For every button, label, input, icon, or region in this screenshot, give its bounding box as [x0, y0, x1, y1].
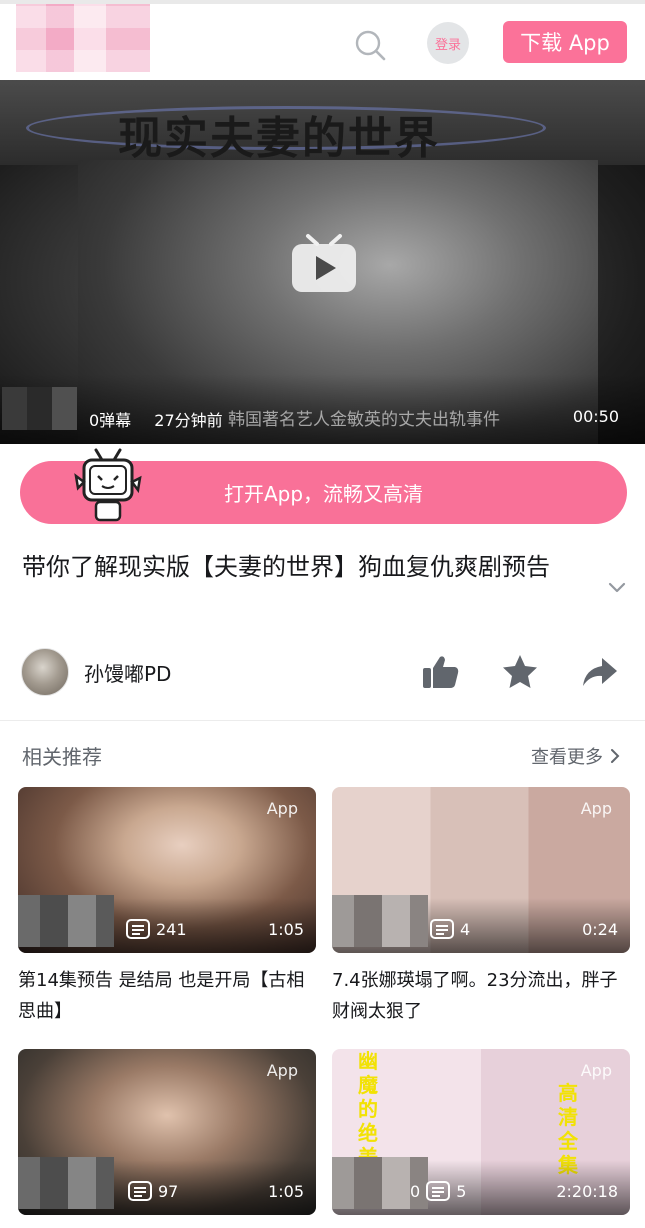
card-title[interactable]: 7.4张娜瑛塌了啊。23分流出，胖子财阀太狠了 — [332, 965, 622, 1027]
recommend-card[interactable]: 幽魔的绝美女 高清全集 App 0 5 2:20:18 — [332, 1049, 630, 1215]
publish-time: 27分钟前 — [154, 411, 223, 430]
header: 登录 下载 App — [0, 4, 645, 80]
danmaku-count: 97 — [158, 1181, 179, 1201]
recommend-card[interactable]: App 97 1:05 — [18, 1049, 316, 1215]
card-duration: 1:05 — [268, 920, 304, 939]
download-app-button[interactable]: 下载 App — [503, 21, 627, 63]
card-thumbnail[interactable]: App 4 0:24 — [332, 787, 630, 953]
danmaku-stat: 97 — [128, 1181, 178, 1201]
card-duration: 0:24 — [582, 920, 618, 939]
tv-play-icon[interactable] — [290, 230, 358, 294]
chevron-down-icon[interactable] — [606, 576, 628, 598]
video-subtitle: 韩国著名艺人金敏英的丈夫出轨事件 — [228, 410, 500, 430]
danmaku-stat: 4 — [430, 919, 470, 939]
favorite-star-icon[interactable] — [500, 652, 540, 692]
card-thumbnail[interactable]: 幽魔的绝美女 高清全集 App 0 5 2:20:18 — [332, 1049, 630, 1215]
card-thumbnail[interactable]: App 241 1:05 — [18, 787, 316, 953]
app-badge: App — [266, 1061, 298, 1080]
author-row: 孙馒嘟PD — [0, 645, 645, 701]
blurred-region — [332, 895, 428, 947]
search-icon[interactable] — [353, 28, 387, 62]
danmaku-stat: 241 — [126, 919, 187, 939]
like-icon[interactable] — [420, 652, 460, 692]
see-more-label: 查看更多 — [531, 747, 603, 768]
danmaku-icon — [128, 1181, 152, 1201]
danmaku-count: 5 — [456, 1181, 467, 1201]
recommend-heading: 相关推荐 — [22, 745, 102, 769]
danmaku-icon — [126, 919, 150, 939]
author-name[interactable]: 孙馒嘟PD — [84, 658, 171, 687]
site-logo[interactable] — [16, 4, 150, 72]
recommend-card[interactable]: App 241 1:05 第14集预告 是结局 也是开局【古相思曲】 — [18, 787, 316, 1027]
app-badge: App — [580, 799, 612, 818]
card-duration: 1:05 — [268, 1182, 304, 1201]
danmaku-count: 0弹幕 — [89, 411, 132, 430]
danmaku-icon — [430, 919, 454, 939]
card-duration: 2:20:18 — [556, 1182, 618, 1201]
app-badge: App — [580, 1061, 612, 1080]
section-divider — [0, 720, 645, 721]
author-avatar[interactable] — [21, 648, 69, 696]
tv-mascot-icon — [74, 448, 142, 522]
danmaku-count: 4 — [460, 919, 471, 939]
app-badge: App — [266, 799, 298, 818]
danmaku-count: 241 — [156, 919, 187, 939]
video-player[interactable]: 现实夫妻的世界 韩国著名艺人金敏英的丈夫出轨事件 0弹幕 27分钟前 00:50 — [0, 80, 645, 444]
chevron-right-icon — [611, 749, 620, 763]
danmaku-icon — [426, 1181, 451, 1201]
see-more-link[interactable]: 查看更多 — [531, 743, 621, 769]
card-title[interactable]: 第14集预告 是结局 也是开局【古相思曲】 — [18, 965, 308, 1027]
danmaku-prefix: 0 — [410, 1181, 421, 1201]
danmaku-stat: 0 5 — [410, 1181, 466, 1201]
blurred-region — [2, 387, 77, 430]
login-button[interactable]: 登录 — [427, 22, 469, 64]
blurred-region — [18, 895, 114, 947]
poster-title: 现实夫妻的世界 — [118, 113, 440, 164]
recommend-card[interactable]: App 4 0:24 7.4张娜瑛塌了啊。23分流出，胖子财阀太狠了 — [332, 787, 630, 1027]
video-title: 带你了解现实版【夫妻的世界】狗血复仇爽剧预告 — [22, 553, 550, 581]
video-meta: 0弹幕 27分钟前 — [89, 407, 241, 431]
blurred-region — [18, 1157, 114, 1209]
share-icon[interactable] — [580, 652, 620, 692]
card-thumbnail[interactable]: App 97 1:05 — [18, 1049, 316, 1215]
video-duration: 00:50 — [572, 407, 619, 426]
